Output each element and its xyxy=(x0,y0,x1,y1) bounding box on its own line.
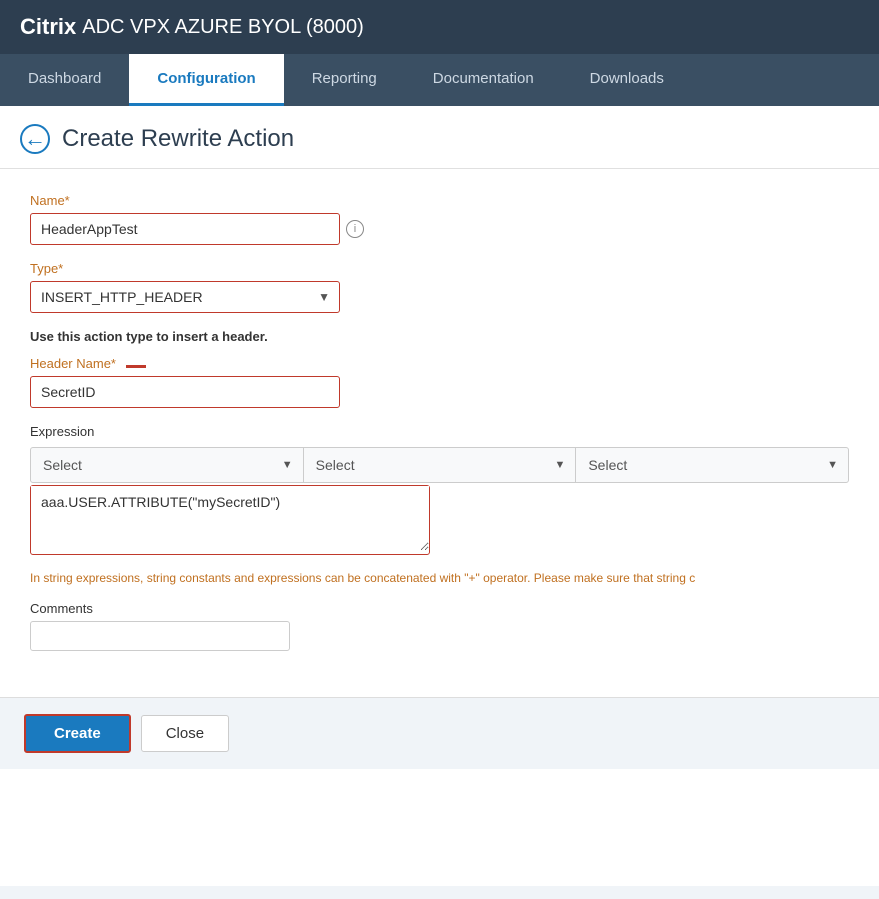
back-button[interactable]: ← xyxy=(20,124,50,154)
expression-textarea[interactable]: aaa.USER.ATTRIBUTE("mySecretID") xyxy=(31,486,429,551)
create-button[interactable]: Create xyxy=(24,714,131,753)
comments-input[interactable] xyxy=(30,621,290,651)
header-name-input[interactable]: SecretID xyxy=(30,376,340,408)
tab-configuration[interactable]: Configuration xyxy=(129,54,283,106)
expr-select2-wrapper: Select ▼ xyxy=(304,448,577,482)
header-name-row: Header Name* xyxy=(30,356,849,376)
tab-reporting[interactable]: Reporting xyxy=(284,54,405,106)
tab-documentation[interactable]: Documentation xyxy=(405,54,562,106)
page-title: Create Rewrite Action xyxy=(62,125,294,153)
expression-label: Expression xyxy=(30,424,849,439)
page-content: ← Create Rewrite Action Name* HeaderAppT… xyxy=(0,106,879,886)
expr-select1-wrapper: Select ▼ xyxy=(31,448,304,482)
expression-selects-row: Select ▼ Select ▼ Select ▼ xyxy=(30,447,849,483)
type-select[interactable]: INSERT_HTTP_HEADER DELETE_HTTP_HEADER RE… xyxy=(30,281,340,313)
type-select-wrapper: INSERT_HTTP_HEADER DELETE_HTTP_HEADER RE… xyxy=(30,281,340,313)
page-title-bar: ← Create Rewrite Action xyxy=(0,106,879,169)
expr-select3[interactable]: Select xyxy=(576,448,848,482)
tab-dashboard[interactable]: Dashboard xyxy=(0,54,129,106)
header-name-label: Header Name* xyxy=(30,356,116,371)
type-label: Type* xyxy=(30,261,849,276)
name-input[interactable]: HeaderAppTest xyxy=(30,213,340,245)
app-header: Citrix ADC VPX AZURE BYOL (8000) xyxy=(0,0,879,54)
hint-text: Use this action type to insert a header. xyxy=(30,329,849,344)
name-label: Name* xyxy=(30,193,849,208)
info-icon[interactable]: i xyxy=(346,220,364,238)
footer-bar: Create Close xyxy=(0,697,879,769)
form-area: Name* HeaderAppTest i Type* INSERT_HTTP_… xyxy=(0,169,879,687)
expression-field-group: Expression Select ▼ Select ▼ xyxy=(30,424,849,555)
expr-select1[interactable]: Select xyxy=(31,448,303,482)
info-note: In string expressions, string constants … xyxy=(30,571,849,585)
name-field-group: Name* HeaderAppTest i xyxy=(30,193,849,245)
nav-tabs: Dashboard Configuration Reporting Docume… xyxy=(0,54,879,106)
expr-select3-wrapper: Select ▼ xyxy=(576,448,848,482)
app-title: ADC VPX AZURE BYOL (8000) xyxy=(82,16,364,39)
header-name-field-group: Header Name* SecretID xyxy=(30,356,849,408)
tab-downloads[interactable]: Downloads xyxy=(562,54,692,106)
minus-icon[interactable] xyxy=(126,365,146,368)
comments-field-group: Comments xyxy=(30,601,849,651)
type-field-group: Type* INSERT_HTTP_HEADER DELETE_HTTP_HEA… xyxy=(30,261,849,313)
comments-label: Comments xyxy=(30,601,849,616)
expr-select2[interactable]: Select xyxy=(304,448,576,482)
close-button[interactable]: Close xyxy=(141,715,229,752)
brand-logo: Citrix xyxy=(20,14,76,40)
expression-textarea-wrapper: aaa.USER.ATTRIBUTE("mySecretID") xyxy=(30,485,430,555)
